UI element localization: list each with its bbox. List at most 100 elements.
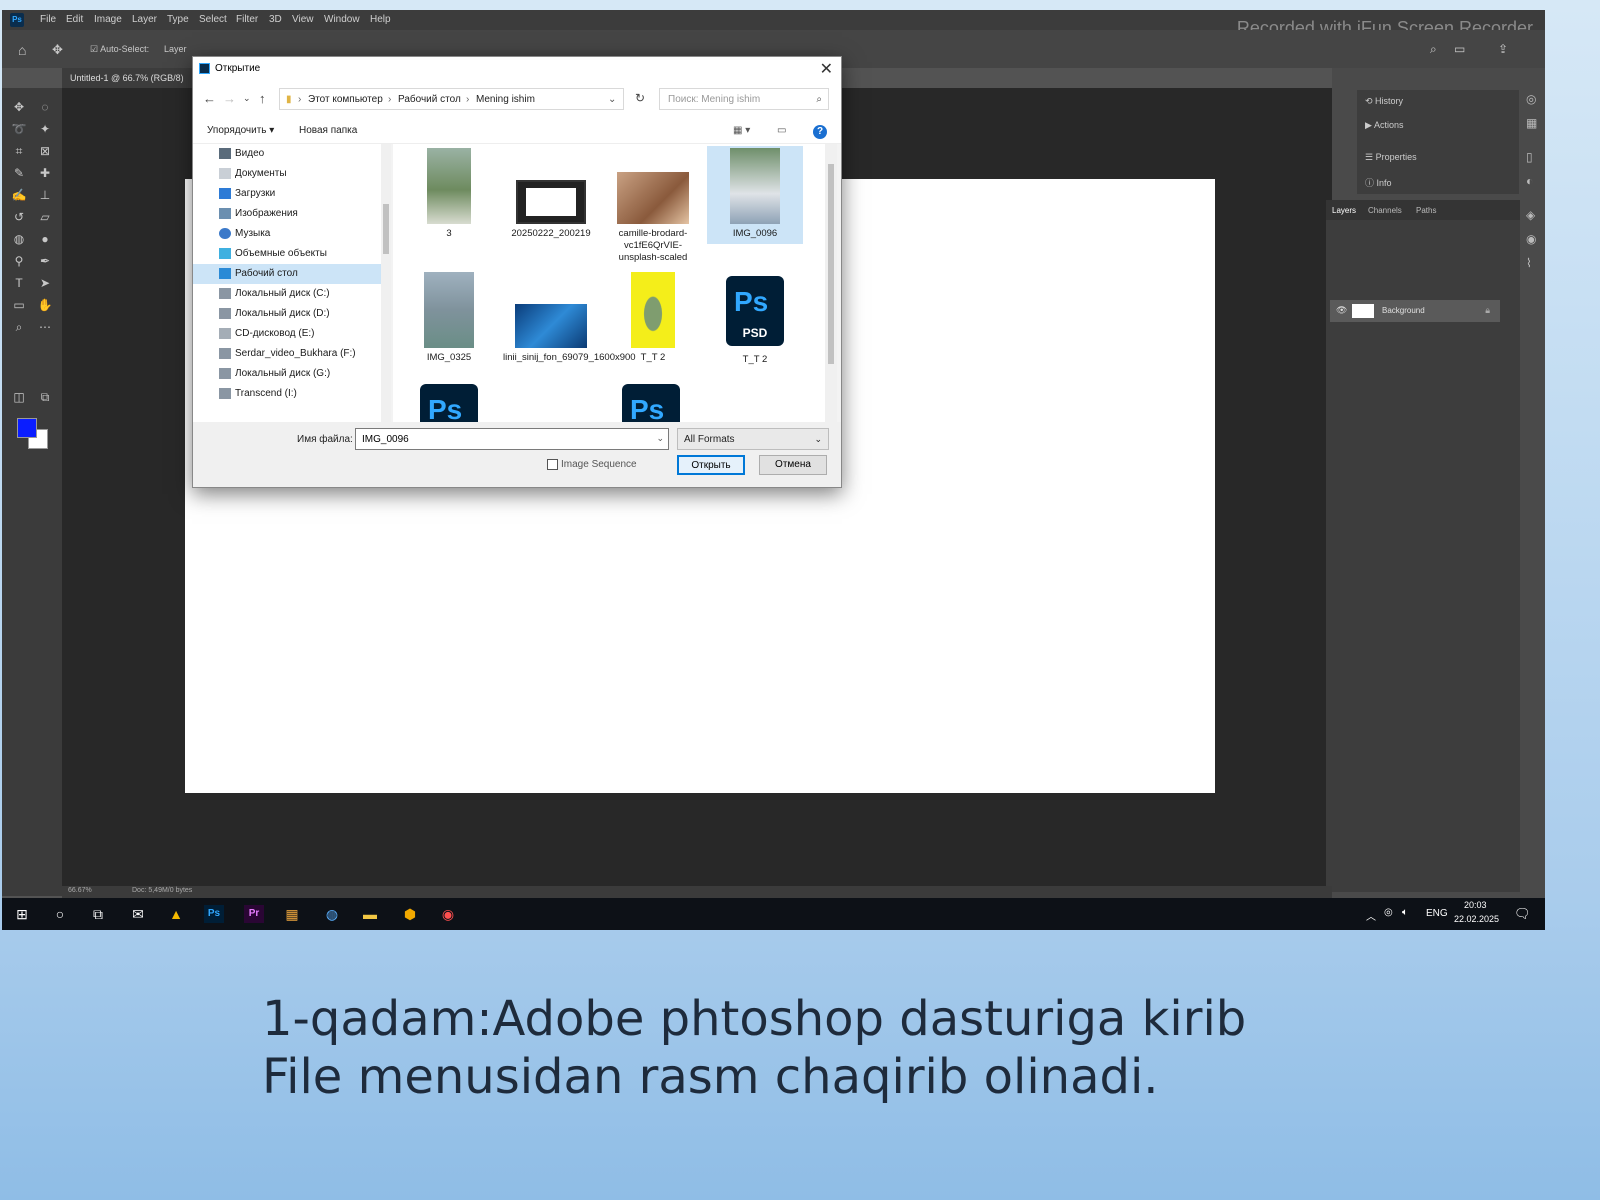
menu-type[interactable]: Type <box>167 14 189 25</box>
nav-item-selected[interactable]: Рабочий стол <box>193 264 381 284</box>
nav-item[interactable]: CD-дисковод (E:) <box>193 324 381 344</box>
menu-3d[interactable]: 3D <box>269 14 282 25</box>
organize-button[interactable]: Упорядочить ▾ <box>207 125 274 136</box>
nav-item[interactable]: Изображения <box>193 204 381 224</box>
language-indicator[interactable]: ENG <box>1426 908 1448 919</box>
nav-item[interactable]: Transcend (I:) <box>193 384 381 404</box>
move-tool-icon[interactable]: ✥ <box>52 42 63 58</box>
zoom-level[interactable]: 66.67% <box>68 887 92 894</box>
nav-item[interactable]: Документы <box>193 164 381 184</box>
premiere-taskbar-icon[interactable]: Pr <box>244 905 264 923</box>
marquee-icon[interactable]: ◌ <box>34 98 56 116</box>
frame-icon[interactable]: ⊠ <box>34 142 56 160</box>
triangle-app-icon[interactable]: ▲ <box>166 905 186 923</box>
healing-icon[interactable]: ✚ <box>34 164 56 182</box>
more-tools-icon[interactable]: ⋯ <box>34 318 56 336</box>
menu-window[interactable]: Window <box>324 14 360 25</box>
pen-icon[interactable]: ✒ <box>34 252 56 270</box>
menu-select[interactable]: Select <box>199 14 227 25</box>
move-icon[interactable]: ✥ <box>8 98 30 116</box>
menu-file[interactable]: File <box>40 14 56 25</box>
tray-chevron-icon[interactable]: ︿ <box>1366 908 1376 923</box>
eye-icon[interactable]: 👁 <box>1336 305 1347 316</box>
mail-icon[interactable]: ✉ <box>128 905 148 923</box>
nav-item[interactable]: Локальный диск (D:) <box>193 304 381 324</box>
rectangle-icon[interactable]: ▭ <box>8 296 30 314</box>
workspace-icon[interactable]: ▭ <box>1454 42 1465 56</box>
file-item[interactable]: Ps <box>417 384 481 422</box>
volume-icon[interactable]: 🔈︎ <box>1402 907 1408 918</box>
format-select[interactable]: All Formats ⌄ <box>677 428 829 450</box>
nav-item[interactable]: Объемные объекты <box>193 244 381 264</box>
recorder-taskbar-icon[interactable]: ◉ <box>438 905 458 923</box>
stamp-icon[interactable]: ⊥ <box>34 186 56 204</box>
file-item[interactable]: Ps <box>619 384 683 422</box>
view-options-icon[interactable]: ▦ ▾ <box>733 125 750 136</box>
file-item[interactable]: linii_sinij_fon_69079_1600x900 <box>503 272 636 364</box>
checkbox-icon[interactable] <box>547 459 558 470</box>
file-item[interactable]: 3 <box>401 148 497 240</box>
history-panel-button[interactable]: ⟲ History <box>1365 96 1403 107</box>
browser-icon[interactable]: ◍ <box>322 905 342 923</box>
layer-row[interactable]: 👁 Background 🔒︎ <box>1330 300 1500 322</box>
magic-wand-icon[interactable]: ✦ <box>34 120 56 138</box>
search-circle-icon[interactable]: ○ <box>50 905 70 923</box>
address-dropdown-icon[interactable]: ⌄ <box>608 94 616 105</box>
shield-app-icon[interactable]: ⬢ <box>400 905 420 923</box>
blur-icon[interactable]: ● <box>34 230 56 248</box>
eraser-icon[interactable]: ▱ <box>34 208 56 226</box>
quick-mask-icon[interactable]: ◫ <box>8 388 30 406</box>
screen-mode-icon[interactable]: ⧉ <box>34 388 56 406</box>
path-select-icon[interactable]: ➤ <box>34 274 56 292</box>
filename-input[interactable] <box>360 433 654 446</box>
menu-edit[interactable]: Edit <box>66 14 83 25</box>
breadcrumb-folder[interactable]: Mening ishim <box>476 94 535 105</box>
history-brush-icon[interactable]: ↺ <box>8 208 30 226</box>
back-icon[interactable]: ← <box>203 91 216 106</box>
filename-field[interactable]: ⌄ <box>355 428 669 450</box>
eyedropper-icon[interactable]: ✎ <box>8 164 30 182</box>
crop-icon[interactable]: ⌗ <box>8 142 30 160</box>
paths-panel-icon[interactable]: ⌇ <box>1526 256 1532 270</box>
forward-icon[interactable]: → <box>223 91 236 106</box>
open-button[interactable]: Открыть <box>677 455 745 475</box>
close-icon[interactable]: ✕ <box>820 59 833 79</box>
doc-size[interactable]: Doc: 5,49M/0 bytes <box>132 887 192 894</box>
navigation-scrollbar[interactable] <box>381 144 391 422</box>
nav-item[interactable]: Музыка <box>193 224 381 244</box>
recent-chevron-icon[interactable]: ⌄ <box>243 93 251 104</box>
zoom-icon[interactable]: ⌕ <box>8 318 30 336</box>
color-panel-icon[interactable]: ◎ <box>1526 92 1536 106</box>
dodge-icon[interactable]: ⚲ <box>8 252 30 270</box>
hand-icon[interactable]: ✋ <box>34 296 56 314</box>
task-view-icon[interactable]: ⧉ <box>88 905 108 923</box>
nav-item[interactable]: Видео <box>193 144 381 164</box>
start-icon[interactable]: ⊞ <box>12 905 32 923</box>
file-item[interactable]: IMG_0325 <box>401 272 497 364</box>
nav-item[interactable]: Загрузки <box>193 184 381 204</box>
swatches-panel-icon[interactable]: ▦ <box>1526 116 1537 130</box>
lasso-icon[interactable]: ➰ <box>8 120 30 138</box>
breadcrumb-computer[interactable]: Этот компьютер <box>308 94 383 105</box>
file-item[interactable]: camille-brodard-vc1fE6QrVIE-unsplash-sca… <box>605 148 701 264</box>
nav-item[interactable]: Локальный диск (C:) <box>193 284 381 304</box>
properties-panel-button[interactable]: ☰ Properties <box>1365 152 1417 163</box>
layer-dropdown[interactable]: Layer <box>164 44 187 54</box>
file-item-selected[interactable]: IMG_0096 <box>707 146 803 244</box>
menu-layer[interactable]: Layer <box>132 14 157 25</box>
search-input[interactable]: Поиск: Mening ishim ⌕ <box>659 88 829 110</box>
menu-filter[interactable]: Filter <box>236 14 258 25</box>
menu-help[interactable]: Help <box>370 14 391 25</box>
libraries-panel-icon[interactable]: ▯ <box>1526 150 1533 164</box>
menu-image[interactable]: Image <box>94 14 122 25</box>
clock-date[interactable]: 22.02.2025 <box>1454 914 1499 924</box>
breadcrumb-desktop[interactable]: Рабочий стол <box>398 94 461 105</box>
address-bar[interactable]: ▮ › Этот компьютер › Рабочий стол › Meni… <box>279 88 624 110</box>
new-folder-button[interactable]: Новая папка <box>299 125 357 136</box>
nav-item[interactable]: Serdar_video_Bukhara (F:) <box>193 344 381 364</box>
menu-view[interactable]: View <box>292 14 314 25</box>
file-item[interactable]: T_T 2 <box>605 272 701 364</box>
file-item[interactable]: 20250222_200219 <box>503 148 599 240</box>
layers-panel-icon[interactable]: ◈ <box>1526 208 1535 222</box>
nav-item[interactable]: Локальный диск (G:) <box>193 364 381 384</box>
